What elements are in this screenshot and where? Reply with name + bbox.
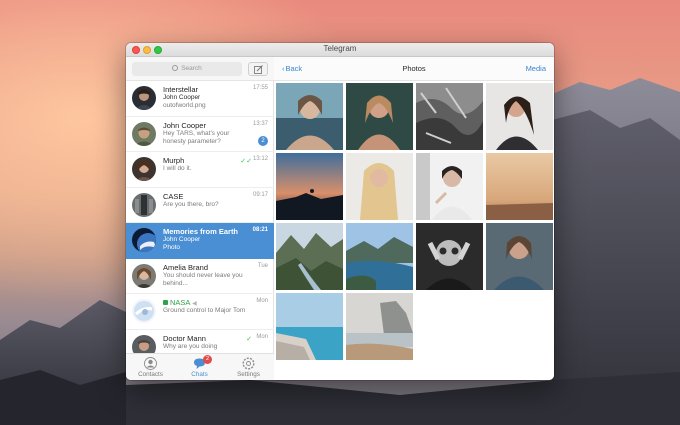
- chat-time: 08:21: [252, 227, 268, 233]
- photo-thumbnail[interactable]: [346, 223, 413, 290]
- chat-item-john-cooper[interactable]: John Cooper Hey TARS, what's your honest…: [126, 117, 274, 152]
- photo-thumbnail[interactable]: [276, 83, 343, 150]
- chat-preview: Ground control to Major Tom: [163, 307, 246, 314]
- tab-label: Chats: [191, 371, 208, 378]
- photos-pane: ‹Back Photos Media: [274, 57, 554, 380]
- chat-preview: Photo: [163, 244, 180, 251]
- chat-time: 13:37: [252, 120, 268, 127]
- chat-time: Mon: [256, 333, 268, 340]
- search-row: Search: [126, 57, 274, 81]
- photo-thumbnail[interactable]: [276, 293, 343, 360]
- chat-name-text: NASA: [170, 298, 191, 307]
- settings-icon: [242, 357, 255, 370]
- compose-icon: [254, 65, 263, 74]
- lock-icon: [163, 300, 168, 305]
- chat-name: Murph: [163, 156, 185, 165]
- chat-preview: Why are you doing: [163, 342, 218, 350]
- chat-list: Interstellar John Cooper outofworld.png …: [126, 81, 274, 365]
- chat-preview: Are you there, bro?: [163, 200, 219, 208]
- chat-time: 13:12: [252, 156, 268, 162]
- photo-thumbnail[interactable]: [346, 153, 413, 220]
- search-placeholder: Search: [181, 65, 202, 72]
- chat-time: Mon: [256, 298, 268, 304]
- window-title: Telegram: [323, 44, 357, 53]
- photo-thumbnail[interactable]: [346, 293, 413, 360]
- photo-thumbnail[interactable]: [416, 153, 483, 220]
- avatar: [132, 192, 156, 217]
- photo-thumbnail[interactable]: [346, 83, 413, 150]
- chat-preview: outofworld.png: [163, 102, 206, 109]
- title-bar: Telegram: [126, 43, 554, 57]
- bottom-tab-bar: Contacts 2 Chats Settings: [126, 353, 274, 380]
- chat-name: Memories from Earth: [163, 227, 239, 236]
- avatar: [132, 228, 156, 252]
- chat-sender: John Cooper: [163, 94, 201, 101]
- chat-item-murph[interactable]: Murph I will do it. ✓✓ 13:12: [126, 152, 274, 188]
- chat-name: CASE: [163, 191, 184, 201]
- photo-thumbnail[interactable]: [486, 223, 553, 290]
- chat-name: Interstellar: [163, 85, 199, 94]
- chat-time: Tue: [257, 262, 268, 269]
- contacts-icon: [144, 357, 157, 370]
- telegram-window: Telegram Search Interstellar John Cooper…: [126, 43, 554, 380]
- chat-item-nasa[interactable]: NASA ◀ Ground control to Major Tom Mon: [126, 294, 274, 330]
- chat-preview: Hey TARS, what's your: [163, 129, 230, 137]
- chat-name: Doctor Mann: [163, 333, 206, 343]
- tab-settings[interactable]: Settings: [224, 354, 273, 380]
- search-icon: [172, 65, 179, 71]
- tab-contacts[interactable]: Contacts: [126, 354, 175, 380]
- chat-sender: John Cooper: [163, 236, 201, 243]
- tab-label: Settings: [237, 371, 260, 378]
- chat-item-case[interactable]: CASE Are you there, bro? 09:17: [126, 188, 274, 223]
- chat-item-memories-from-earth[interactable]: Memories from Earth John Cooper Photo 08…: [126, 223, 274, 259]
- chat-time: 09:17: [252, 191, 268, 198]
- chat-sidebar: Search Interstellar John Cooper outofwor…: [126, 57, 274, 380]
- chats-unread-badge: 2: [203, 355, 212, 364]
- chat-time: 17:55: [252, 85, 268, 91]
- photos-title: Photos: [402, 64, 426, 73]
- photo-thumbnail[interactable]: [486, 153, 553, 220]
- avatar: [132, 86, 156, 110]
- chat-name: Amelia Brand: [163, 262, 209, 272]
- avatar: [132, 157, 156, 181]
- chat-preview-line2: behind...: [163, 279, 188, 287]
- photo-thumbnail[interactable]: [416, 83, 483, 150]
- chat-preview: You should never leave you: [163, 271, 243, 279]
- compose-button[interactable]: [248, 62, 268, 76]
- chat-name: John Cooper: [163, 120, 206, 130]
- avatar: [132, 299, 156, 323]
- chat-item-interstellar[interactable]: Interstellar John Cooper outofworld.png …: [126, 81, 274, 117]
- unread-badge: 2: [258, 135, 268, 146]
- avatar: [132, 121, 156, 146]
- tab-chats[interactable]: 2 Chats: [175, 354, 224, 380]
- chat-item-amelia-brand[interactable]: Amelia Brand You should never leave you …: [126, 259, 274, 294]
- photo-thumbnail[interactable]: [276, 153, 343, 220]
- photo-thumbnail[interactable]: [276, 223, 343, 290]
- media-button[interactable]: Media: [526, 64, 546, 73]
- photo-thumbnail[interactable]: [486, 83, 553, 150]
- tab-label: Contacts: [138, 371, 163, 378]
- sent-check-icon: ✓: [246, 335, 252, 343]
- avatar: [132, 263, 156, 288]
- chat-preview-line2: honesty parameter?: [163, 137, 221, 145]
- chat-preview: I will do it.: [163, 165, 192, 172]
- chat-name: NASA ◀: [163, 298, 197, 307]
- photo-thumbnail[interactable]: [416, 223, 483, 290]
- search-input[interactable]: Search: [132, 62, 242, 76]
- read-check-icon: ✓✓: [240, 158, 252, 165]
- photos-header: ‹Back Photos Media: [274, 57, 554, 81]
